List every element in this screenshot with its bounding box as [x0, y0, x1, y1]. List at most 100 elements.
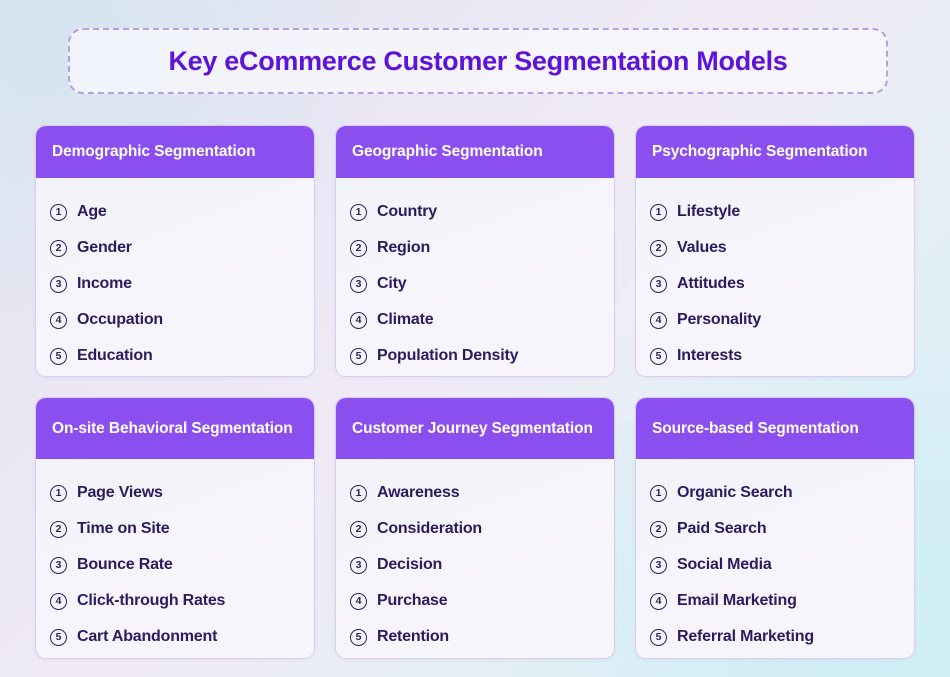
- card-header: Geographic Segmentation: [336, 126, 614, 178]
- list-item: 5 Retention: [350, 619, 600, 655]
- card-body: 1 Country 2 Region 3 City 4 Climate 5 Population …: [336, 178, 614, 376]
- list-item-label: Lifestyle: [677, 203, 741, 220]
- circled-number-icon: 5: [50, 347, 67, 365]
- circled-number-icon: 1: [350, 484, 367, 502]
- card-header: Customer Journey Segmentation: [336, 398, 614, 459]
- circled-number-icon: 5: [650, 347, 667, 365]
- list-item-label: Bounce Rate: [77, 556, 173, 573]
- card-body: 1 Page Views 2 Time on Site 3 Bounce Rate 4 Cli…: [36, 459, 314, 658]
- list-item: 3 Social Media: [650, 547, 900, 583]
- list-item-label: Retention: [377, 628, 449, 645]
- list-item-label: Country: [377, 203, 437, 220]
- list-item: 4 Occupation: [50, 302, 300, 338]
- page-title: Key eCommerce Customer Segmentation Mode…: [168, 45, 788, 76]
- segmentation-card: Psychographic Segmentation 1 Lifestyle 2 Val…: [635, 125, 915, 377]
- list-item: 2 Time on Site: [50, 511, 300, 547]
- card-title: Customer Journey Segmentation: [352, 419, 593, 437]
- segmentation-card: Source-based Segmentation 1 Organic Search…: [635, 397, 915, 659]
- circled-number-icon: 3: [50, 275, 67, 293]
- card-body: 1 Awareness 2 Consideration 3 Decision 4 Purcha…: [336, 459, 614, 658]
- list-item-label: Income: [77, 275, 132, 292]
- list-item: 1 Age: [50, 194, 300, 230]
- segmentation-card: Geographic Segmentation 1 Country 2 Region 3 C…: [335, 125, 615, 377]
- circled-number-icon: 3: [350, 556, 367, 574]
- list-item-label: Email Marketing: [677, 592, 797, 609]
- list-item-label: Population Density: [377, 347, 519, 364]
- list-item-label: Paid Search: [677, 520, 767, 537]
- circled-number-icon: 2: [650, 520, 667, 538]
- list-item-label: Gender: [77, 239, 132, 256]
- circled-number-icon: 4: [650, 592, 667, 610]
- list-item-label: Click-through Rates: [77, 592, 226, 609]
- card-header: Psychographic Segmentation: [636, 126, 914, 178]
- list-item: 1 Organic Search: [650, 475, 900, 511]
- circled-number-icon: 4: [350, 311, 367, 329]
- circled-number-icon: 3: [650, 275, 667, 293]
- card-title: On-site Behavioral Segmentation: [52, 419, 293, 437]
- circled-number-icon: 3: [50, 556, 67, 574]
- circled-number-icon: 2: [50, 520, 67, 538]
- list-item: 3 Bounce Rate: [50, 547, 300, 583]
- list-item: 3 Income: [50, 266, 300, 302]
- circled-number-icon: 2: [350, 239, 367, 257]
- list-item-label: Education: [77, 347, 153, 364]
- circled-number-icon: 2: [650, 239, 667, 257]
- list-item: 5 Cart Abandonment: [50, 619, 300, 655]
- list-item: 4 Climate: [350, 302, 600, 338]
- list-item: 4 Purchase: [350, 583, 600, 619]
- card-header: Demographic Segmentation: [36, 126, 314, 178]
- card-body: 1 Lifestyle 2 Values 3 Attitudes 4 Personality 5…: [636, 178, 914, 376]
- circled-number-icon: 4: [50, 311, 67, 329]
- infographic-page: Key eCommerce Customer Segmentation Mode…: [0, 0, 950, 677]
- list-item-label: Page Views: [77, 484, 163, 501]
- circled-number-icon: 5: [50, 628, 67, 646]
- circled-number-icon: 3: [350, 275, 367, 293]
- circled-number-icon: 1: [650, 203, 667, 221]
- list-item: 2 Gender: [50, 230, 300, 266]
- list-item-label: Occupation: [77, 311, 164, 328]
- circled-number-icon: 5: [350, 347, 367, 365]
- list-item: 5 Population Density: [350, 338, 600, 374]
- card-title: Geographic Segmentation: [352, 143, 543, 161]
- circled-number-icon: 2: [50, 239, 67, 257]
- list-item-label: Attitudes: [677, 275, 745, 292]
- circled-number-icon: 4: [50, 592, 67, 610]
- list-item-label: Time on Site: [77, 520, 170, 537]
- card-title: Source-based Segmentation: [652, 419, 859, 437]
- list-item-label: Purchase: [377, 592, 448, 609]
- list-item-label: Region: [377, 239, 431, 256]
- list-item-label: Referral Marketing: [677, 628, 814, 645]
- list-item-label: City: [377, 275, 407, 292]
- list-item-label: Age: [77, 203, 107, 220]
- card-header: On-site Behavioral Segmentation: [36, 398, 314, 459]
- list-item: 1 Lifestyle: [650, 194, 900, 230]
- list-item: 5 Interests: [650, 338, 900, 374]
- segmentation-card-grid: Demographic Segmentation 1 Age 2 Gender 3 Inco…: [35, 125, 915, 659]
- list-item: 4 Click-through Rates: [50, 583, 300, 619]
- card-title: Psychographic Segmentation: [652, 143, 868, 161]
- list-item: 1 Page Views: [50, 475, 300, 511]
- list-item: 3 Decision: [350, 547, 600, 583]
- circled-number-icon: 5: [650, 628, 667, 646]
- segmentation-card: On-site Behavioral Segmentation 1 Page Vie…: [35, 397, 315, 659]
- circled-number-icon: 4: [650, 311, 667, 329]
- card-body: 1 Organic Search 2 Paid Search 3 Social Media…: [636, 459, 914, 658]
- list-item: 4 Personality: [650, 302, 900, 338]
- list-item-label: Interests: [677, 347, 742, 364]
- list-item: 5 Referral Marketing: [650, 619, 900, 655]
- list-item: 2 Consideration: [350, 511, 600, 547]
- list-item-label: Social Media: [677, 556, 772, 573]
- list-item: 2 Values: [650, 230, 900, 266]
- circled-number-icon: 1: [50, 203, 67, 221]
- list-item-label: Consideration: [377, 520, 482, 537]
- list-item-label: Values: [677, 239, 727, 256]
- list-item: 3 Attitudes: [650, 266, 900, 302]
- title-banner: Key eCommerce Customer Segmentation Mode…: [68, 28, 888, 94]
- card-body: 1 Age 2 Gender 3 Income 4 Occupation 5 Education: [36, 178, 314, 376]
- list-item-label: Personality: [677, 311, 762, 328]
- card-title: Demographic Segmentation: [52, 143, 256, 161]
- circled-number-icon: 5: [350, 628, 367, 646]
- circled-number-icon: 3: [650, 556, 667, 574]
- circled-number-icon: 4: [350, 592, 367, 610]
- circled-number-icon: 1: [650, 484, 667, 502]
